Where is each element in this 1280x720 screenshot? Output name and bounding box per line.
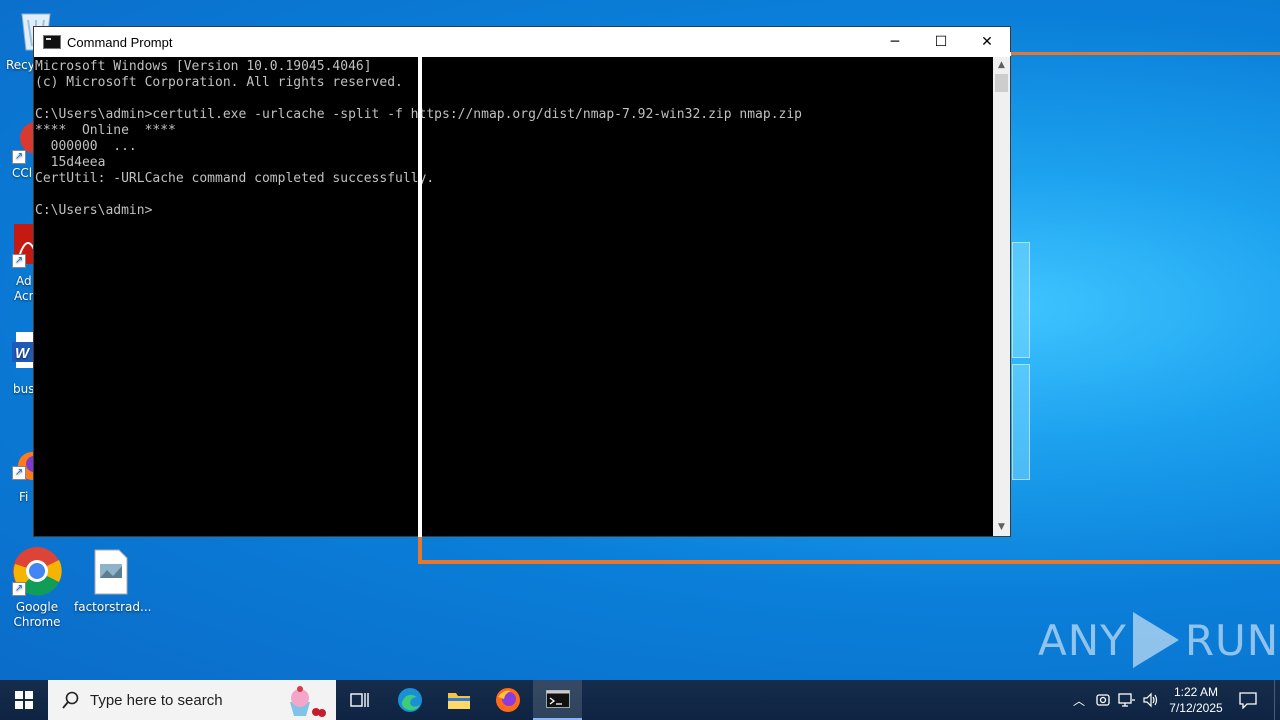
desktop-icon-label: Google Chrome — [13, 600, 61, 629]
shortcut-arrow-icon: ↗ — [12, 582, 26, 596]
shortcut-arrow-icon: ↗ — [12, 254, 26, 268]
scroll-down-icon[interactable]: ▼ — [993, 519, 1010, 536]
taskbar: Type here to search ︿ 1:22 AM 7/12/2025 — [0, 680, 1280, 720]
network-icon — [1118, 693, 1135, 707]
task-view-icon — [350, 693, 369, 707]
highlight-line — [1011, 52, 1280, 55]
scrollbar-thumb[interactable] — [995, 74, 1008, 92]
tray-volume[interactable] — [1140, 680, 1162, 720]
desktop-icon-label: factorstrad... — [74, 600, 152, 614]
start-button[interactable] — [0, 680, 48, 720]
highlight-line — [418, 52, 422, 537]
console-output-area[interactable]: Microsoft Windows [Version 10.0.19045.40… — [34, 57, 995, 536]
cmd-icon — [545, 690, 570, 708]
chevron-up-icon: ︿ — [1072, 693, 1085, 708]
window-title: Command Prompt — [67, 34, 173, 50]
desktop-icon-label: bus — [13, 382, 35, 396]
tray-app-icon[interactable] — [1092, 680, 1114, 720]
taskbar-edge[interactable] — [386, 680, 434, 720]
highlight-line — [418, 52, 1011, 56]
desktop-icon-label: CCl — [12, 166, 33, 180]
notification-icon — [1239, 692, 1257, 709]
play-icon — [1132, 612, 1179, 668]
search-highlight-cupcake-icon — [290, 686, 326, 717]
search-placeholder: Type here to search — [90, 691, 223, 709]
clock-time: 1:22 AM — [1173, 685, 1219, 699]
taskbar-firefox[interactable] — [484, 680, 532, 720]
watermark-text: ANY — [1038, 615, 1127, 665]
anyrun-watermark: ANY RUN — [1038, 612, 1279, 668]
capture-icon — [1096, 694, 1110, 706]
maximize-icon: ☐ — [934, 34, 948, 50]
tray-clock[interactable]: 1:22 AM 7/12/2025 — [1164, 680, 1228, 720]
volume-icon — [1143, 692, 1158, 708]
desktop-icon-image-file[interactable]: factorstrad... — [74, 548, 152, 615]
folder-icon — [448, 693, 470, 709]
windows-logo-pane — [1012, 242, 1030, 358]
search-icon — [62, 691, 79, 709]
highlight-line — [418, 560, 1280, 564]
close-icon: ✕ — [981, 34, 993, 50]
tray-network[interactable] — [1116, 680, 1138, 720]
vertical-scrollbar[interactable]: ▲ ▼ — [993, 57, 1010, 536]
taskbar-command-prompt[interactable] — [533, 680, 582, 720]
console-output: Microsoft Windows [Version 10.0.19045.40… — [35, 59, 803, 218]
taskbar-file-explorer[interactable] — [435, 680, 483, 720]
shortcut-arrow-icon: ↗ — [12, 150, 26, 164]
show-desktop-button[interactable] — [1274, 680, 1280, 720]
tray-overflow-button[interactable]: ︿ — [1068, 680, 1090, 720]
desktop: Recy ↗ CCl ↗ Ad Acr W bus ↗ Fi ↗ Google … — [0, 0, 1280, 680]
task-view-button[interactable] — [336, 680, 384, 720]
scroll-up-icon[interactable]: ▲ — [993, 57, 1010, 74]
edge-icon — [398, 688, 422, 712]
windows-start-icon — [15, 691, 33, 709]
watermark-text: RUN — [1184, 615, 1280, 665]
desktop-icon-label: Recy — [6, 58, 35, 72]
image-file-icon — [94, 549, 128, 595]
firefox-icon — [496, 688, 520, 712]
desktop-icon-label: Ad Acr — [14, 274, 34, 303]
action-center-button[interactable] — [1230, 680, 1266, 720]
windows-logo-pane — [1012, 364, 1030, 480]
cmd-app-icon — [43, 35, 61, 49]
command-prompt-window[interactable]: Command Prompt ─ ☐ ✕ Microsoft Windows [… — [33, 26, 1011, 537]
svg-text:W: W — [15, 345, 31, 362]
clock-date: 7/12/2025 — [1169, 701, 1223, 715]
desktop-icon-label: Fi — [19, 490, 29, 504]
desktop-icon-google-chrome[interactable]: ↗ Google Chrome — [0, 546, 74, 630]
taskbar-search-box[interactable]: Type here to search — [48, 680, 336, 720]
minimize-icon: ─ — [890, 34, 900, 50]
shortcut-arrow-icon: ↗ — [12, 466, 26, 480]
